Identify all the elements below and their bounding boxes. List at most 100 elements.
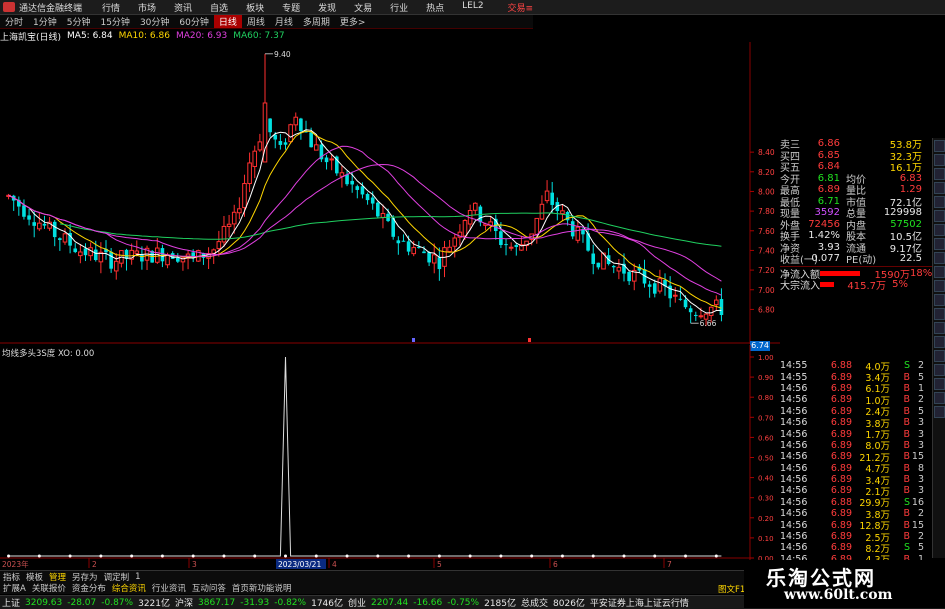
cy-index-label[interactable]: 创业 <box>348 596 366 609</box>
indicator-tab-2[interactable]: 管理 <box>46 571 69 583</box>
tick-time: 14:56 <box>780 531 808 543</box>
menu-item-6[interactable]: 发现 <box>309 1 345 14</box>
tick-direction: B <box>903 485 910 497</box>
info-tab-2[interactable]: 资金分布 <box>69 582 109 594</box>
doc-icon[interactable] <box>934 196 945 208</box>
quote-value: 6.85 <box>817 149 840 161</box>
menu-item-7[interactable]: 文易 <box>345 1 381 14</box>
tick-price: 6.89 <box>830 382 852 394</box>
rsi-icon[interactable] <box>934 238 945 250</box>
indicator-tab-5[interactable]: 1 <box>132 572 143 582</box>
period-tab-2[interactable]: 5分钟 <box>62 15 96 28</box>
tick-direction: B <box>903 439 910 451</box>
period-tab-1[interactable]: 1分钟 <box>28 15 62 28</box>
tick-count: 15 <box>911 519 924 531</box>
tick-price: 6.89 <box>830 485 852 497</box>
event-marker <box>412 338 415 342</box>
tick-direction: B <box>903 382 910 394</box>
period-tab-7[interactable]: 周线 <box>242 15 270 28</box>
plus-icon[interactable] <box>934 280 945 292</box>
hs-index-change: -31.93 <box>240 597 270 608</box>
zoom-icon[interactable] <box>934 322 945 334</box>
candle-body <box>165 254 170 266</box>
info-tab-6[interactable]: 首页新功能说明 <box>229 582 295 594</box>
y-tick-label: 8.40 <box>758 148 775 157</box>
flag-icon[interactable] <box>934 392 945 404</box>
tick-time: 14:56 <box>780 474 808 486</box>
menu-item-5[interactable]: 专题 <box>273 1 309 14</box>
grid-icon[interactable] <box>934 140 945 152</box>
x-axis-label: 5 <box>437 560 442 569</box>
indicator-dot <box>253 554 257 558</box>
indicator-tab-4[interactable]: 调定制 <box>101 571 133 583</box>
menu-item-2[interactable]: 资讯 <box>165 1 201 14</box>
minus-icon-2[interactable] <box>934 294 945 306</box>
period-tab-3[interactable]: 15分钟 <box>95 15 134 28</box>
period-tab-0[interactable]: 分时 <box>0 15 28 28</box>
period-tab-9[interactable]: 多周期 <box>298 15 335 28</box>
bar-icon[interactable] <box>934 336 945 348</box>
ind-tick-label: 0.60 <box>758 434 774 442</box>
indicator-tab-1[interactable]: 模板 <box>23 571 46 583</box>
hs-index-label[interactable]: 沪深 <box>175 596 193 609</box>
indicator-dot <box>407 554 411 558</box>
layout-icon[interactable] <box>934 154 945 166</box>
candle-body <box>627 271 631 282</box>
title-bar: 通达信金融终端 行情 市场 资讯 自选 板块 专题 发现 文易 行业 热点 LEL2 交易≡ <box>0 0 945 15</box>
menu-item-4[interactable]: 板块 <box>237 1 273 14</box>
ind-tick-label: 0.30 <box>758 495 774 503</box>
search-icon[interactable] <box>934 308 945 320</box>
period-tab-8[interactable]: 月线 <box>270 15 298 28</box>
menu-item-1[interactable]: 市场 <box>129 1 165 14</box>
info-tab-5[interactable]: 互动问答 <box>189 582 229 594</box>
candle-body <box>62 233 68 243</box>
period-tab-10[interactable]: 更多> <box>335 15 371 28</box>
tick-time: 14:56 <box>780 485 808 497</box>
ind-tick-label: 0.40 <box>758 475 774 483</box>
tick-time: 14:56 <box>780 496 808 508</box>
info-tab-1[interactable]: 关联报价 <box>29 582 69 594</box>
total-volume-value: 8026亿 <box>553 599 585 609</box>
trade-button[interactable]: 交易≡ <box>507 1 533 14</box>
period-tab-5[interactable]: 60分钟 <box>174 15 213 28</box>
settings-icon[interactable] <box>934 266 945 278</box>
menu-item-10[interactable]: LEL2 <box>453 1 492 14</box>
info-tab-0[interactable]: 扩展A <box>0 582 29 594</box>
menu-item-3[interactable]: 自选 <box>201 1 237 14</box>
chart-icon[interactable] <box>934 210 945 222</box>
menu-item-9[interactable]: 热点 <box>417 1 453 14</box>
indicator-chart[interactable]: 1.00 0.90 0.80 0.70 0.60 0.50 0.40 0.30 0.20 0.10… <box>0 345 780 570</box>
list-icon[interactable] <box>934 182 945 194</box>
candlestick-chart[interactable]: 8.40 8.20 8.00 7.80 7.60 7.40 7.20 7.00 6.80 9.40… <box>0 42 780 344</box>
candle-body <box>693 314 698 316</box>
pen-icon[interactable] <box>934 224 945 236</box>
tick-price: 6.88 <box>830 496 852 508</box>
quote-row: 收益(一) 0.077 PE(动) 22.5 <box>780 253 932 266</box>
indicator-tab-0[interactable]: 指标 <box>0 571 23 583</box>
info-icon[interactable] <box>934 378 945 390</box>
star-icon[interactable] <box>934 406 945 418</box>
period-tab-6[interactable]: 日线 <box>213 15 242 28</box>
sh-index-label[interactable]: 上证 <box>2 596 20 609</box>
tick-time: 14:56 <box>780 405 808 417</box>
menu-item-0[interactable]: 行情 <box>93 1 129 14</box>
quote-value: 6.89 <box>817 184 840 196</box>
line-icon[interactable] <box>934 252 945 264</box>
menu-item-8[interactable]: 行业 <box>381 1 417 14</box>
candle-body <box>309 132 313 148</box>
candle-body <box>58 238 62 240</box>
tick-price: 6.89 <box>830 451 852 463</box>
minus-icon[interactable] <box>934 168 945 180</box>
period-tab-4[interactable]: 30分钟 <box>135 15 174 28</box>
mark-icon[interactable] <box>934 350 945 362</box>
tick-price: 6.89 <box>830 462 852 474</box>
tick-time: 14:56 <box>780 542 808 554</box>
indicator-tab-3[interactable]: 另存为 <box>69 571 101 583</box>
candle-body <box>652 283 657 294</box>
info-tab-4[interactable]: 行业资讯 <box>149 582 189 594</box>
info-tab-3[interactable]: 综合资讯 <box>109 582 149 594</box>
tick-price: 6.89 <box>830 371 852 383</box>
candle-body <box>550 192 554 205</box>
candle-body <box>237 208 242 214</box>
tool-icon[interactable] <box>934 364 945 376</box>
